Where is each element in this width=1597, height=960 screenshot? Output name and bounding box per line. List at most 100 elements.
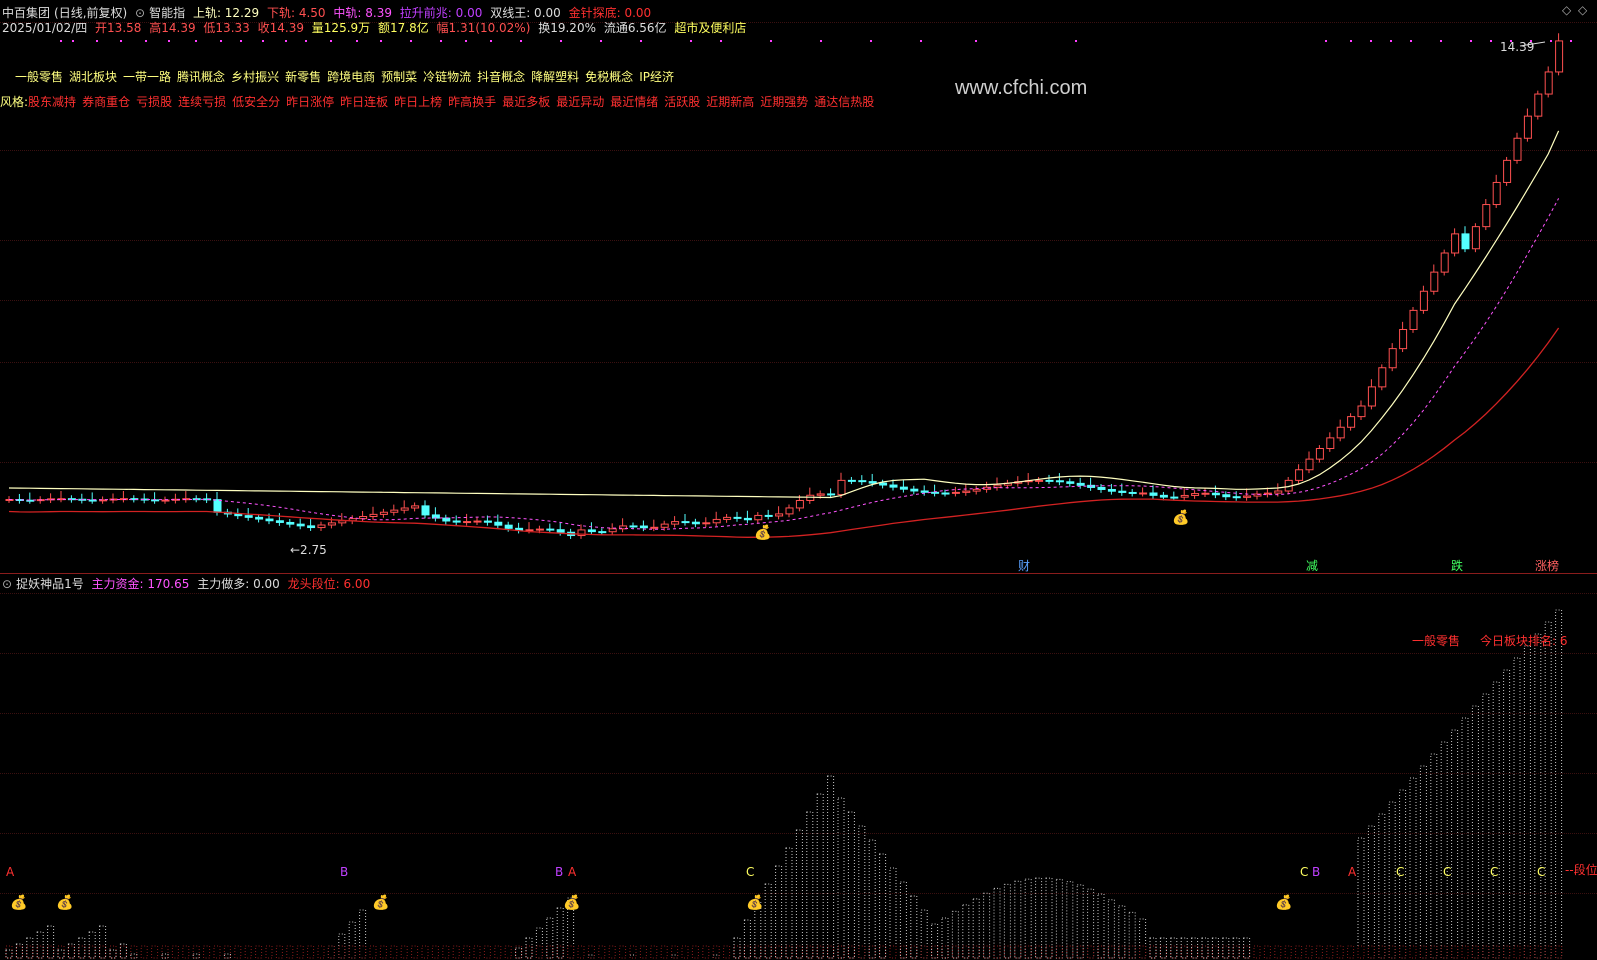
signal-dot: [690, 40, 692, 42]
fund-base-bar: [161, 945, 169, 959]
fund-bar: [941, 917, 949, 959]
candle-body: [795, 499, 804, 509]
fund-bar: [1419, 765, 1427, 959]
candle-body: [1180, 494, 1189, 498]
fund-base-bar: [203, 945, 211, 959]
fund-base-bar: [504, 945, 512, 959]
fund-base-bar: [650, 945, 658, 959]
candle-body: [390, 509, 399, 513]
rank-value: 6: [1559, 634, 1568, 648]
signal-letter: A: [6, 865, 15, 879]
event-marker-finance[interactable]: 财: [1018, 557, 1030, 574]
fund-bar: [1139, 918, 1147, 959]
fund-base-bar: [109, 945, 117, 959]
fund-base-bar: [1191, 945, 1199, 959]
candle-body: [1492, 181, 1501, 206]
fund-bar: [5, 949, 13, 959]
fund-bar: [816, 793, 824, 959]
candle-body: [1055, 480, 1064, 483]
candle-body: [1045, 479, 1054, 482]
candle-body: [213, 499, 222, 513]
signal-dot: [145, 40, 147, 42]
candle-body: [483, 520, 492, 523]
fund-bar-chart[interactable]: [0, 573, 1597, 960]
signal-dot: [330, 40, 332, 42]
candle-body: [1534, 93, 1543, 117]
fund-bar: [1087, 888, 1095, 959]
candlestick-chart[interactable]: [0, 0, 1597, 573]
event-marker-list[interactable]: 涨榜: [1535, 557, 1559, 574]
fund-base-bar: [1430, 945, 1438, 959]
main-chart-pane[interactable]: 中百集团 (日线,前复权) ⊙ 智能指 上轨: 12.29 下轨: 4.50 中轨:…: [0, 0, 1597, 573]
signal-dot: [920, 40, 922, 42]
fund-base-bar: [1482, 945, 1490, 959]
fund-bar: [972, 898, 980, 959]
fund-bar: [795, 829, 803, 959]
fund-base-bar: [171, 945, 179, 959]
candle-body: [962, 490, 971, 493]
fund-bar: [130, 953, 138, 959]
fund-bar: [743, 919, 751, 959]
candle-body: [442, 517, 451, 522]
fund-base-bar: [983, 945, 991, 959]
low-price-label: ←2.75: [290, 543, 327, 557]
fund-base-bar: [1211, 945, 1219, 959]
fund-bar: [1222, 937, 1230, 959]
fund-base-bar: [442, 945, 450, 959]
signal-letter: C: [1300, 865, 1309, 879]
fund-base-bar: [192, 945, 200, 959]
signal-dot: [1390, 40, 1392, 42]
fund-base-bar: [1107, 945, 1115, 959]
fund-base-bar: [712, 945, 720, 959]
fund-base-bar: [1534, 945, 1542, 959]
fund-base-bar: [1097, 945, 1105, 959]
fund-base-bar: [858, 945, 866, 959]
signal-dot: [240, 40, 242, 42]
fund-base-bar: [1045, 945, 1053, 959]
event-marker-drop[interactable]: 跌: [1451, 557, 1463, 574]
candle-body: [972, 488, 981, 492]
fund-bar: [1482, 693, 1490, 959]
event-marker-reduce[interactable]: 减: [1306, 557, 1318, 574]
fund-base-bar: [806, 945, 814, 959]
fund-base-bar: [1128, 945, 1136, 959]
fund-bar: [951, 910, 959, 959]
candle-body: [1295, 469, 1304, 481]
fund-bar: [733, 937, 741, 959]
candle-body: [546, 528, 555, 531]
fund-base-bar: [1243, 945, 1251, 959]
fund-base-bar: [702, 945, 710, 959]
candle-body: [1357, 405, 1366, 418]
money-bag-icon: 💰: [746, 895, 764, 911]
fund-base-bar: [1378, 945, 1386, 959]
fund-bar: [1440, 741, 1448, 959]
fund-base-bar: [920, 945, 928, 959]
candle-body: [879, 482, 888, 486]
fund-base-bar: [119, 945, 127, 959]
fund-base-bar: [463, 945, 471, 959]
fund-bar: [546, 917, 554, 959]
fund-bar: [1159, 937, 1167, 959]
segment-label: --段位: [1565, 863, 1597, 877]
fund-base-bar: [1440, 945, 1448, 959]
candle-body: [1440, 252, 1449, 273]
candle-body: [920, 490, 929, 493]
fund-bar: [47, 925, 55, 959]
fund-base-bar: [431, 945, 439, 959]
fund-base-bar: [379, 945, 387, 959]
fund-base-bar: [1388, 945, 1396, 959]
fund-base-bar: [390, 945, 398, 959]
candle-body: [899, 486, 908, 490]
fund-base-bar: [1201, 945, 1209, 959]
fund-base-bar: [130, 945, 138, 959]
candle-body: [400, 507, 409, 511]
fund-base-bar: [671, 945, 679, 959]
fund-base-bar: [899, 945, 907, 959]
fund-base-bar: [931, 945, 939, 959]
sub-indicator-pane[interactable]: ⊙ 捉妖神品1号 主力资金: 170.65 主力做多: 0.00 龙头段位: 6.…: [0, 573, 1597, 960]
fund-base-bar: [1305, 945, 1313, 959]
candle-body: [515, 527, 524, 531]
fund-base-bar: [5, 945, 13, 959]
candle-body: [359, 516, 368, 520]
signal-letter: B: [1312, 865, 1321, 879]
